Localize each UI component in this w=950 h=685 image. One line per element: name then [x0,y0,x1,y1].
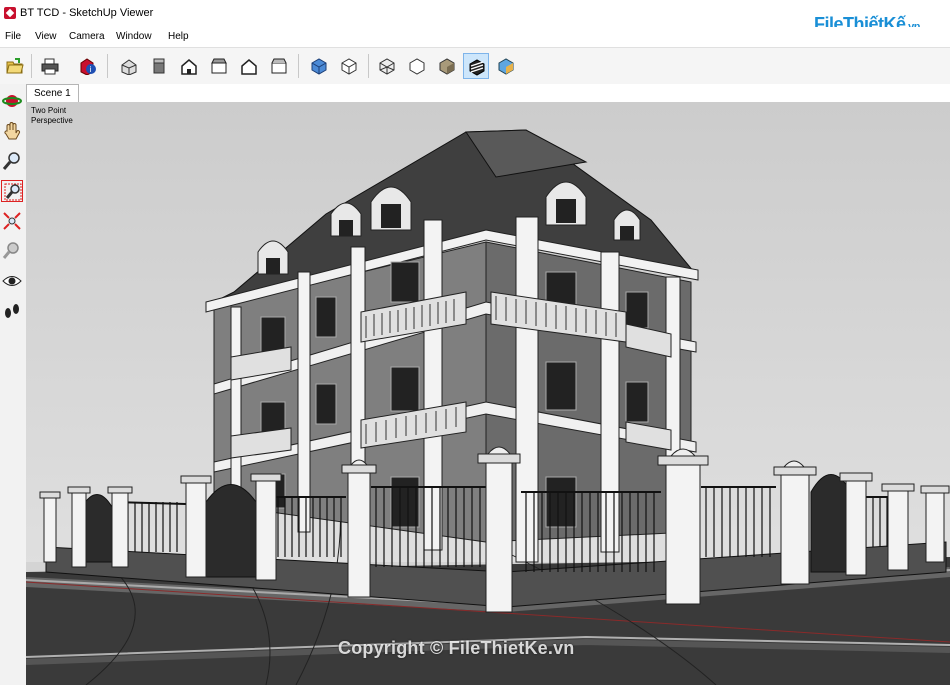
toolbar-separator [368,54,369,78]
zoom-window-tool-button[interactable] [1,180,23,202]
open-button[interactable] [2,53,28,79]
right-view-icon [211,58,227,74]
style-wireframe-button[interactable] [404,53,430,79]
previous-view-tool-button[interactable] [1,240,23,262]
camera-mode-line2: Perspective [31,116,73,125]
zoom-magnifier-icon [2,152,20,170]
pan-tool-button[interactable] [1,120,23,142]
zoom-extents-icon [3,212,21,230]
toolbar-separator [31,54,32,78]
model-info-icon: i [80,58,96,75]
menu-bar: File View Camera Window Help [0,27,950,47]
footprints-icon [5,304,19,318]
iso-view-button[interactable] [116,53,142,79]
eye-icon [2,276,22,286]
menu-file[interactable]: File [5,31,21,42]
window-title: BT TCD - SketchUp Viewer [20,7,154,19]
style-shaded-button[interactable] [434,53,460,79]
top-view-icon [153,58,165,74]
toolbar-separator [298,54,299,78]
print-button[interactable] [37,53,63,79]
parallel-cube-icon [341,58,357,75]
front-view-button[interactable] [176,53,202,79]
svg-text:i: i [90,65,92,74]
pan-hand-icon [4,122,21,140]
shaded-cube-icon [439,58,455,75]
sketchup-app-icon [4,7,16,19]
perspective-button[interactable] [306,53,332,79]
menu-camera[interactable]: Camera [69,31,105,42]
orbit-tool-button[interactable] [1,90,23,112]
textured-cube-icon [469,59,485,76]
wireframe-cube-icon [409,58,425,75]
zoom-window-icon [4,183,22,201]
right-view-button[interactable] [206,53,232,79]
back-view-icon [241,59,257,75]
orbit-icon [2,95,22,107]
open-folder-icon [6,58,24,74]
model-viewport[interactable]: Two Point Perspective [26,102,950,685]
iso-view-icon [121,59,137,75]
style-shaded-textures-button[interactable] [463,53,489,79]
style-monochrome-button[interactable] [493,53,519,79]
main-toolbar: i [0,47,950,86]
menu-help[interactable]: Help [168,31,189,42]
camera-toolbar [0,84,27,685]
villa-model-render [26,102,950,685]
camera-mode-line1: Two Point [31,106,67,115]
menu-view[interactable]: View [35,31,57,42]
walk-tool-button[interactable] [1,300,23,322]
printer-icon [41,58,59,75]
left-view-button[interactable] [266,53,292,79]
style-xray-button[interactable] [374,53,400,79]
model-info-button[interactable]: i [75,53,101,79]
toolbar-separator [107,54,108,78]
monochrome-cube-icon [498,58,514,75]
front-view-icon [181,59,197,75]
tab-scene-1[interactable]: Scene 1 [26,84,79,103]
xray-cube-icon [379,58,395,75]
left-view-icon [271,58,287,74]
look-around-tool-button[interactable] [1,270,23,292]
zoom-tool-button[interactable] [1,150,23,172]
menu-window[interactable]: Window [116,31,152,42]
scene-tab-strip: Scene 1 [26,84,950,103]
zoom-extents-tool-button[interactable] [1,210,23,232]
copyright-watermark: Copyright © FileThietKe.vn [338,638,575,658]
title-bar: BT TCD - SketchUp Viewer FileThiếtKế.vn [0,0,950,34]
previous-view-icon [2,242,19,259]
back-view-button[interactable] [236,53,262,79]
perspective-cube-icon [311,58,327,75]
parallel-projection-button[interactable] [336,53,362,79]
top-view-button[interactable] [146,53,172,79]
